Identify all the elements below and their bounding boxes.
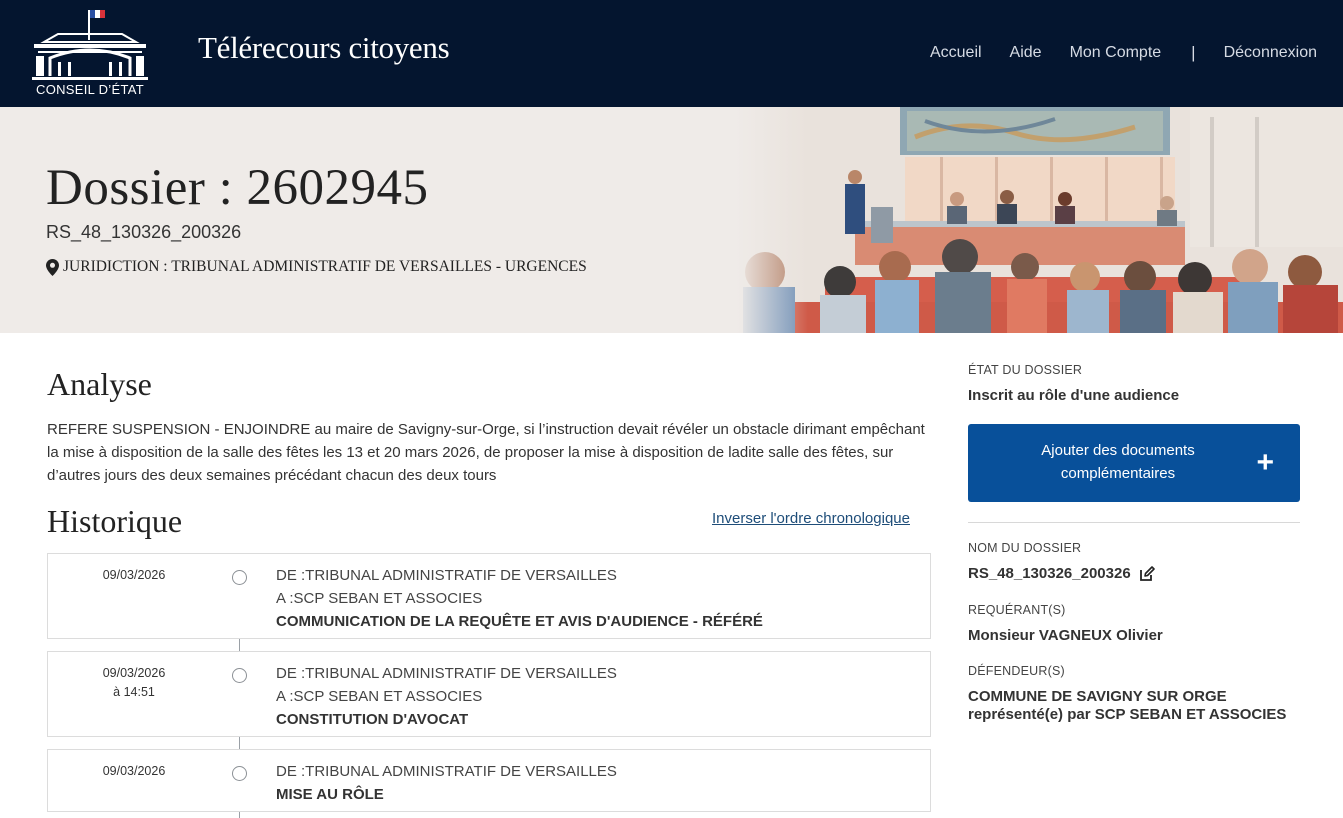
- etat-label: ÉTAT DU DOSSIER: [968, 363, 1083, 377]
- event-to: A :SCP SEBAN ET ASSOCIES: [276, 688, 483, 705]
- edit-icon[interactable]: [1139, 565, 1155, 582]
- nom-dossier-label: NOM DU DOSSIER: [968, 541, 1082, 555]
- building-logo-icon: [32, 10, 148, 80]
- add-documents-label-line2: complémentaires: [1060, 465, 1176, 482]
- add-documents-button[interactable]: Ajouter des documents complémentaires +: [968, 424, 1300, 502]
- nom-dossier-row: RS_48_130326_200326: [968, 565, 1155, 582]
- event-details: DE :TRIBUNAL ADMINISTRATIF DE VERSAILLES…: [276, 760, 617, 806]
- timeline-dot: [232, 668, 247, 683]
- nav-separator: |: [1191, 43, 1196, 62]
- add-documents-label: Ajouter des documents complémentaires: [998, 439, 1238, 485]
- event-date-value: 09/03/2026: [102, 568, 166, 582]
- event-date: 09/03/2026 à 14:51: [48, 664, 220, 702]
- sidebar-divider: [968, 522, 1300, 523]
- event-to: A :SCP SEBAN ET ASSOCIES: [276, 590, 483, 607]
- event-title: CONSTITUTION D'AVOCAT: [276, 711, 469, 728]
- requerant-label: REQUÉRANT(S): [968, 603, 1066, 617]
- event-from: DE :TRIBUNAL ADMINISTRATIF DE VERSAILLES: [276, 665, 617, 682]
- history-event-card[interactable]: 09/03/2026 DE :TRIBUNAL ADMINISTRATIF DE…: [47, 749, 931, 812]
- dossier-banner: Dossier : 2602945 RS_48_130326_200326 JU…: [0, 107, 1343, 333]
- courtroom-illustration: [735, 107, 1343, 333]
- event-date-value: 09/03/2026: [102, 666, 166, 680]
- nav-home-link[interactable]: Accueil: [930, 44, 982, 62]
- event-from: DE :TRIBUNAL ADMINISTRATIF DE VERSAILLES: [276, 763, 617, 780]
- app-title[interactable]: Télérecours citoyens: [198, 30, 450, 66]
- requerant-value: Monsieur VAGNEUX Olivier: [968, 627, 1163, 644]
- defendeur-name: COMMUNE DE SAVIGNY SUR ORGE: [968, 688, 1227, 705]
- event-time-value: à 14:51: [113, 685, 155, 699]
- invert-order-link[interactable]: Inverser l'ordre chronologique: [712, 510, 910, 527]
- event-date: 09/03/2026: [48, 762, 220, 781]
- add-documents-label-line1: Ajouter des documents: [1041, 442, 1195, 459]
- event-date-value: 09/03/2026: [102, 764, 166, 778]
- history-event-card[interactable]: 09/03/2026 DE :TRIBUNAL ADMINISTRATIF DE…: [47, 553, 931, 639]
- timeline-dot: [232, 766, 247, 781]
- nav-help-link[interactable]: Aide: [1010, 44, 1042, 62]
- event-title: COMMUNICATION DE LA REQUÊTE ET AVIS D'AU…: [276, 613, 763, 630]
- nom-dossier-value: RS_48_130326_200326: [968, 565, 1131, 582]
- event-title: MISE AU RÔLE: [276, 786, 384, 803]
- juridiction-text: JURIDICTION : TRIBUNAL ADMINISTRATIF DE …: [63, 258, 587, 275]
- event-from: DE :TRIBUNAL ADMINISTRATIF DE VERSAILLES: [276, 567, 617, 584]
- defendeur-value: COMMUNE DE SAVIGNY SUR ORGE représenté(e…: [968, 688, 1286, 724]
- event-date: 09/03/2026: [48, 566, 220, 585]
- nav-logout-link[interactable]: Déconnexion: [1224, 44, 1317, 62]
- event-details: DE :TRIBUNAL ADMINISTRATIF DE VERSAILLES…: [276, 564, 763, 633]
- dossier-title: Dossier : 2602945: [46, 160, 429, 216]
- dossier-reference: RS_48_130326_200326: [46, 222, 242, 242]
- defendeur-representative: représenté(e) par SCP SEBAN ET ASSOCIES: [968, 706, 1287, 723]
- juridiction-line: JURIDICTION : TRIBUNAL ADMINISTRATIF DE …: [46, 258, 587, 276]
- top-header: CONSEIL D’ÉTAT Télérecours citoyens Accu…: [0, 0, 1343, 107]
- timeline-dot: [232, 570, 247, 585]
- etat-value: Inscrit au rôle d'une audience: [968, 387, 1180, 404]
- main-nav: Accueil Aide Mon Compte | Déconnexion: [930, 43, 1317, 63]
- map-marker-icon: [46, 258, 59, 276]
- analyse-heading: Analyse: [47, 366, 152, 402]
- plus-icon: +: [1256, 446, 1274, 479]
- analyse-text: REFERE SUSPENSION - ENJOINDRE au maire d…: [47, 421, 925, 484]
- conseil-etat-logo[interactable]: CONSEIL D’ÉTAT: [28, 6, 152, 102]
- historique-heading: Historique: [47, 503, 183, 539]
- history-event-card[interactable]: 09/03/2026 à 14:51 DE :TRIBUNAL ADMINIST…: [47, 651, 931, 737]
- logo-text: CONSEIL D’ÉTAT: [36, 82, 144, 97]
- nav-account-link[interactable]: Mon Compte: [1070, 44, 1162, 62]
- event-details: DE :TRIBUNAL ADMINISTRATIF DE VERSAILLES…: [276, 662, 617, 731]
- defendeur-label: DÉFENDEUR(S): [968, 664, 1065, 678]
